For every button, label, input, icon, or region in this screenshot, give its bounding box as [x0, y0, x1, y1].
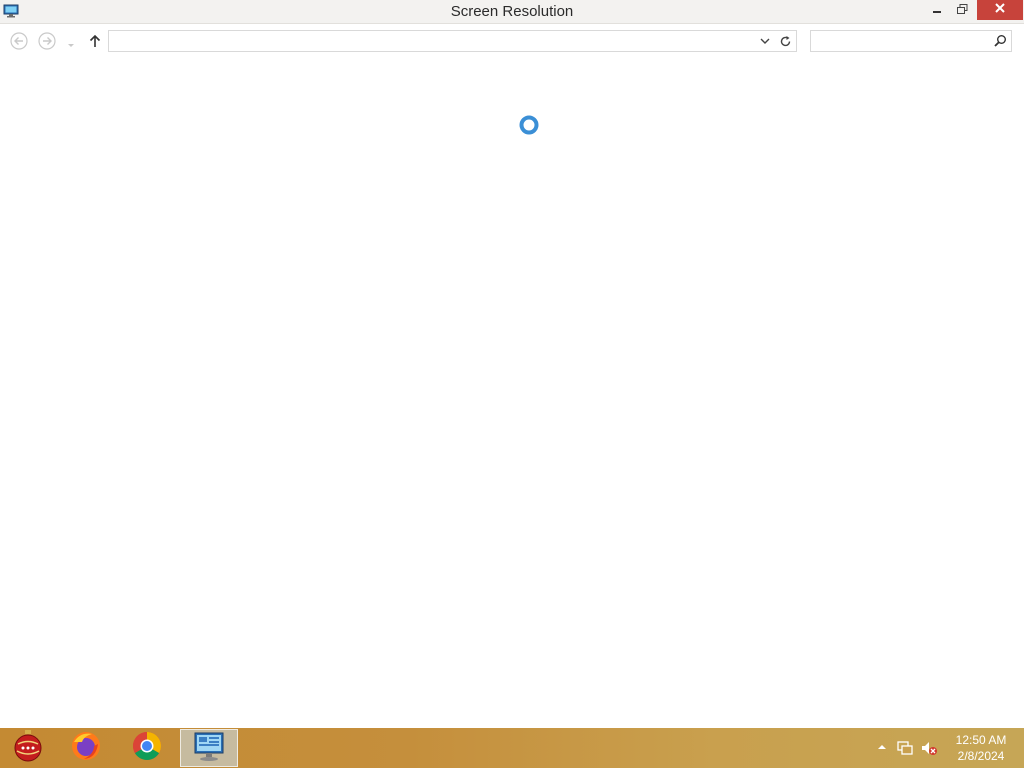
taskbar-firefox[interactable] — [58, 728, 114, 768]
navigation-bar — [0, 24, 1024, 60]
chrome-icon — [131, 730, 163, 767]
restore-icon — [957, 2, 968, 20]
search-box[interactable] — [810, 30, 1012, 52]
network-icon[interactable] — [896, 740, 914, 756]
display-settings-icon[interactable] — [3, 3, 19, 19]
clock-time: 12:50 AM — [955, 733, 1007, 747]
address-bar[interactable] — [108, 30, 775, 52]
up-arrow-icon — [89, 34, 101, 47]
taskbar: 12:50 AM 2/8/2024 — [0, 728, 1024, 768]
clock-date: 2/8/2024 — [957, 749, 1005, 763]
loading-spinner-icon — [518, 114, 540, 136]
chevron-up-icon — [878, 745, 886, 749]
back-button[interactable] — [10, 32, 28, 50]
minimize-button[interactable] — [924, 0, 949, 21]
back-arrow-icon — [10, 32, 28, 50]
restore-button[interactable] — [950, 0, 975, 21]
window-title: Screen Resolution — [450, 3, 574, 20]
show-hidden-icons-button[interactable] — [876, 740, 888, 754]
explorer-window: Screen Resolution — [0, 0, 1024, 728]
title-bar[interactable]: Screen Resolution — [0, 0, 1024, 24]
refresh-icon — [780, 35, 790, 46]
address-dropdown-button[interactable] — [758, 34, 772, 48]
search-icon[interactable] — [993, 34, 1007, 48]
firefox-icon — [70, 730, 102, 767]
system-clock[interactable]: 12:50 AM 2/8/2024 — [948, 732, 1014, 764]
taskbar-ornament-app[interactable] — [0, 728, 56, 768]
control-panel-icon — [192, 730, 226, 767]
forward-arrow-icon — [38, 32, 56, 50]
close-button[interactable] — [977, 0, 1023, 20]
up-button[interactable] — [87, 33, 103, 49]
forward-button[interactable] — [38, 32, 56, 50]
recent-locations-button[interactable] — [66, 37, 76, 47]
volume-muted-icon[interactable] — [920, 740, 938, 756]
chevron-down-icon — [68, 44, 74, 47]
taskbar-control-panel[interactable] — [180, 729, 238, 767]
chevron-down-icon — [760, 38, 770, 44]
refresh-button[interactable] — [774, 30, 797, 52]
content-area — [0, 60, 1024, 728]
taskbar-chrome[interactable] — [119, 728, 175, 768]
ornament-icon — [12, 729, 44, 768]
close-icon — [994, 1, 1006, 19]
minimize-icon — [932, 2, 942, 20]
